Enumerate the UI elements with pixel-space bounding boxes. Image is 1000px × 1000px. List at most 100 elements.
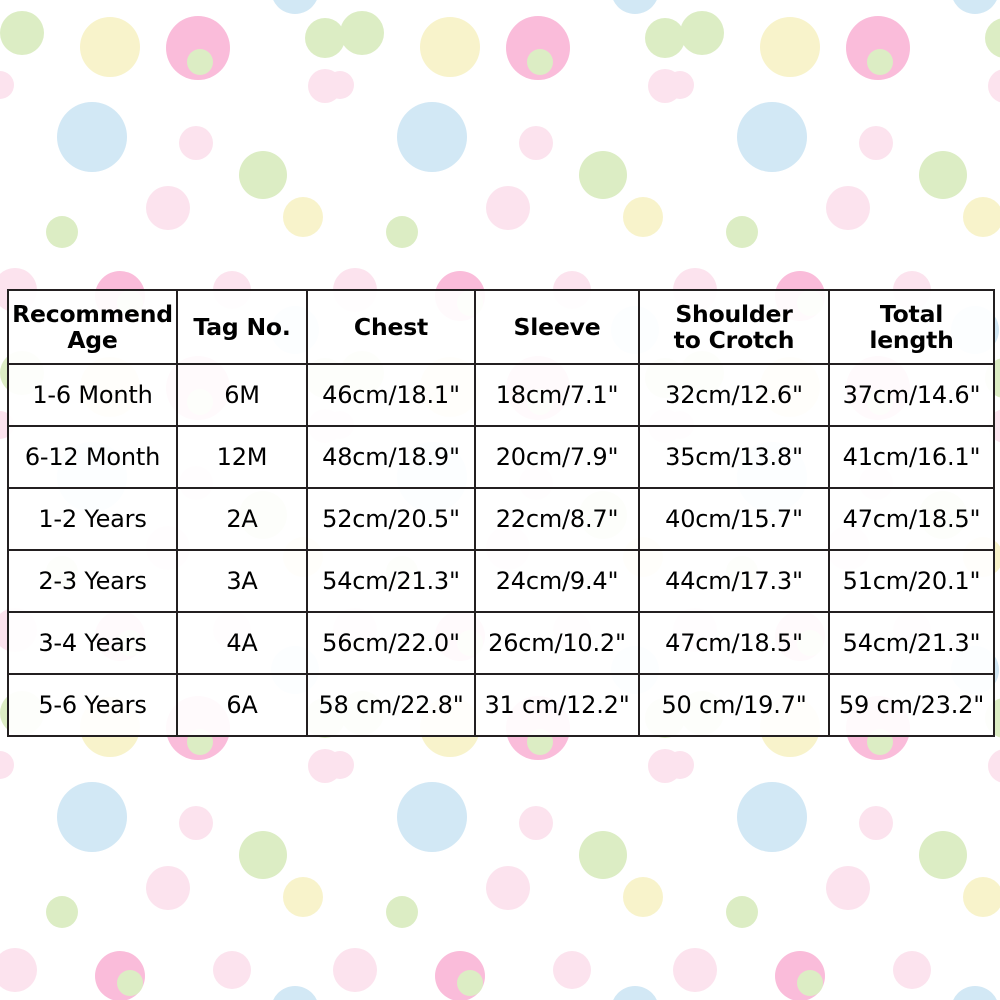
- background-dot: [623, 877, 663, 917]
- background-dot: [80, 17, 140, 77]
- size-chart-container: Recommend Age Tag No. Chest Sleeve Shoul…: [7, 289, 995, 737]
- background-dot: [213, 951, 251, 989]
- table-row: 5-6 Years 6A 58 cm/22.8" 31 cm/12.2" 50 cm/1…: [7, 673, 995, 737]
- background-dot: [0, 948, 37, 992]
- background-dot: [951, 986, 999, 1000]
- background-dot: [397, 102, 467, 172]
- background-dot: [988, 749, 1000, 783]
- cell-total-length: 37cm/14.6": [828, 363, 995, 427]
- cell-age: 6-12 Month: [7, 425, 178, 489]
- background-dot: [963, 877, 1000, 917]
- background-dot: [457, 970, 483, 996]
- column-header-line1: Tag No.: [193, 312, 291, 341]
- background-dot: [666, 71, 694, 99]
- background-dot: [527, 49, 553, 75]
- column-header-line1: Chest: [353, 312, 429, 341]
- background-dot: [283, 197, 323, 237]
- background-dot: [146, 186, 190, 230]
- background-dot: [0, 71, 14, 99]
- background-dot: [271, 0, 319, 14]
- table-row: 2-3 Years 3A 54cm/21.3" 24cm/9.4" 44cm/17.3"…: [7, 549, 995, 613]
- background-dot: [859, 126, 893, 160]
- background-dot: [579, 831, 627, 879]
- cell-chest: 52cm/20.5": [306, 487, 476, 551]
- cell-total-length: 47cm/18.5": [828, 487, 995, 551]
- background-dot: [271, 986, 319, 1000]
- table-header-row: Recommend Age Tag No. Chest Sleeve Shoul…: [7, 289, 995, 365]
- background-dot: [859, 806, 893, 840]
- background-dot: [666, 751, 694, 779]
- background-dot: [0, 751, 14, 779]
- cell-age: 5-6 Years: [7, 673, 178, 737]
- table-row: 6-12 Month 12M 48cm/18.9" 20cm/7.9" 35cm/13.…: [7, 425, 995, 489]
- background-dot: [519, 126, 553, 160]
- cell-sleeve: 31 cm/12.2": [474, 673, 640, 737]
- cell-total-length: 41cm/16.1": [828, 425, 995, 489]
- background-dot: [420, 17, 480, 77]
- background-dot: [919, 831, 967, 879]
- cell-tag-no: 3A: [176, 549, 308, 613]
- cell-age: 1-2 Years: [7, 487, 178, 551]
- background-dot: [673, 948, 717, 992]
- background-dot: [985, 18, 1000, 58]
- background-dot: [46, 896, 78, 928]
- background-dot: [386, 216, 418, 248]
- cell-chest: 56cm/22.0": [306, 611, 476, 675]
- cell-tag-no: 6M: [176, 363, 308, 427]
- cell-tag-no: 12M: [176, 425, 308, 489]
- column-header-total-length: Total length: [828, 289, 995, 365]
- cell-chest: 48cm/18.9": [306, 425, 476, 489]
- cell-chest: 46cm/18.1": [306, 363, 476, 427]
- column-header-line2: Age: [67, 326, 118, 354]
- background-dot: [326, 71, 354, 99]
- background-dot: [553, 951, 591, 989]
- cell-age: 1-6 Month: [7, 363, 178, 427]
- column-header-line1: Total: [879, 299, 944, 328]
- background-dot: [737, 102, 807, 172]
- background-dot: [797, 970, 823, 996]
- background-dot: [326, 751, 354, 779]
- background-dot: [963, 197, 1000, 237]
- background-dot: [611, 0, 659, 14]
- background-dot: [737, 782, 807, 852]
- cell-shoulder-to-crotch: 40cm/15.7": [638, 487, 830, 551]
- background-dot: [117, 970, 143, 996]
- background-dot: [0, 11, 44, 55]
- background-dot: [645, 18, 685, 58]
- column-header-line2: length: [869, 326, 954, 354]
- background-dot: [519, 806, 553, 840]
- cell-age: 2-3 Years: [7, 549, 178, 613]
- cell-shoulder-to-crotch: 44cm/17.3": [638, 549, 830, 613]
- background-dot: [726, 896, 758, 928]
- cell-chest: 54cm/21.3": [306, 549, 476, 613]
- column-header-recommend-age: Recommend Age: [7, 289, 178, 365]
- background-dot: [867, 49, 893, 75]
- background-dot: [386, 896, 418, 928]
- column-header-line1: Sleeve: [513, 312, 601, 341]
- background-dot: [46, 216, 78, 248]
- cell-sleeve: 18cm/7.1": [474, 363, 640, 427]
- table-row: 1-2 Years 2A 52cm/20.5" 22cm/8.7" 40cm/15.7"…: [7, 487, 995, 551]
- background-dot: [826, 186, 870, 230]
- cell-sleeve: 26cm/10.2": [474, 611, 640, 675]
- background-dot: [179, 126, 213, 160]
- background-dot: [486, 866, 530, 910]
- table-body: 1-6 Month 6M 46cm/18.1" 18cm/7.1" 32cm/12.6"…: [7, 363, 995, 737]
- cell-sleeve: 22cm/8.7": [474, 487, 640, 551]
- cell-total-length: 54cm/21.3": [828, 611, 995, 675]
- background-dot: [239, 831, 287, 879]
- background-dot: [951, 0, 999, 14]
- background-dot: [397, 782, 467, 852]
- background-dot: [826, 866, 870, 910]
- size-chart-table: Recommend Age Tag No. Chest Sleeve Shoul…: [7, 289, 995, 737]
- background-dot: [893, 951, 931, 989]
- table-row: 3-4 Years 4A 56cm/22.0" 26cm/10.2" 47cm/18.5…: [7, 611, 995, 675]
- cell-shoulder-to-crotch: 35cm/13.8": [638, 425, 830, 489]
- column-header-sleeve: Sleeve: [474, 289, 640, 365]
- background-dot: [179, 806, 213, 840]
- background-dot: [988, 69, 1000, 103]
- column-header-chest: Chest: [306, 289, 476, 365]
- background-dot: [486, 186, 530, 230]
- background-dot: [579, 151, 627, 199]
- table-row: 1-6 Month 6M 46cm/18.1" 18cm/7.1" 32cm/12.6"…: [7, 363, 995, 427]
